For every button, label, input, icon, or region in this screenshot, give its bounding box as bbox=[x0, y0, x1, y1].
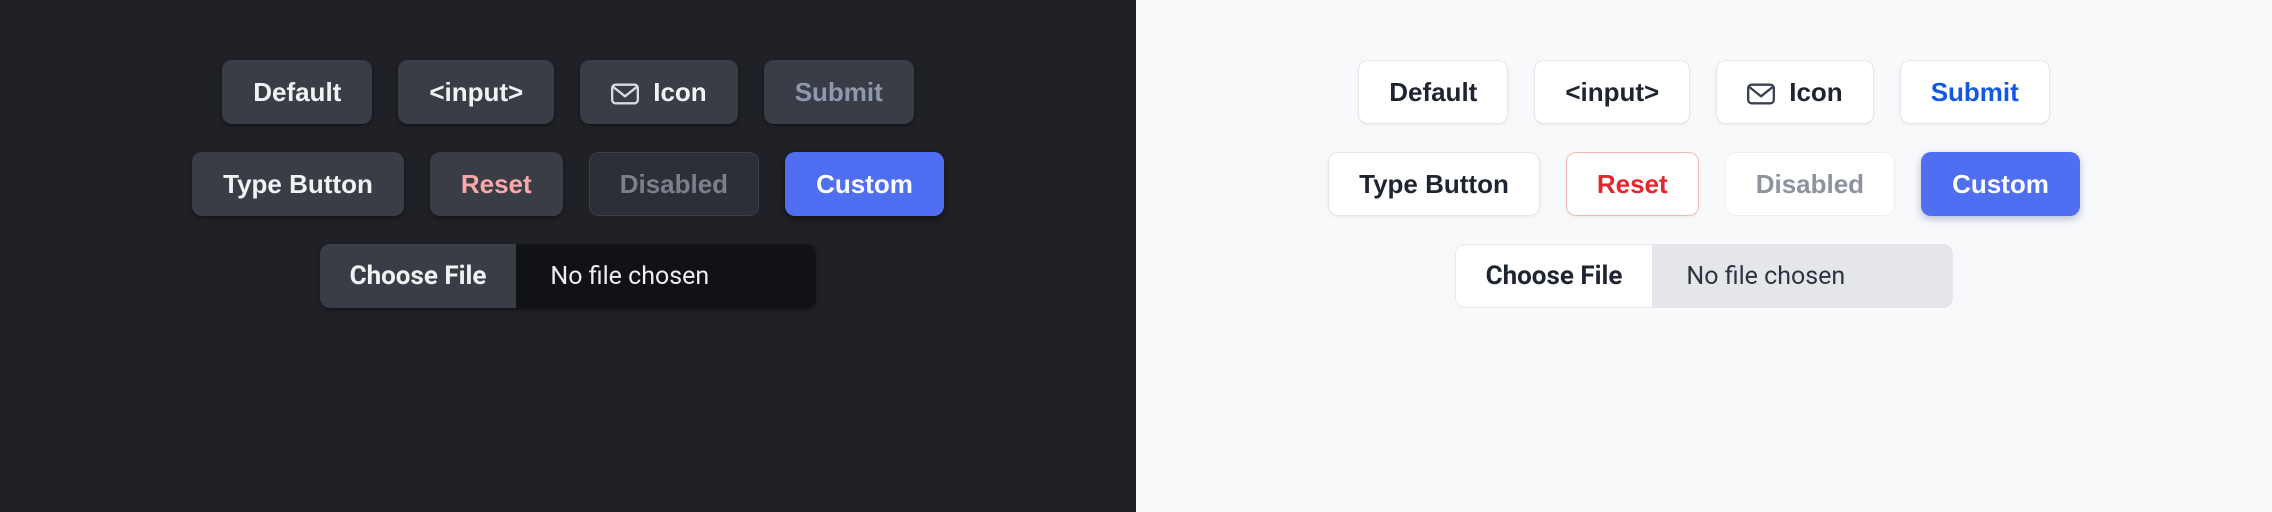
reset-button[interactable]: Reset bbox=[430, 152, 563, 216]
input-button[interactable]: <input> bbox=[398, 60, 554, 124]
mail-icon bbox=[1747, 81, 1775, 103]
submit-button[interactable]: Submit bbox=[764, 60, 914, 124]
disabled-button: Disabled bbox=[1725, 152, 1895, 216]
file-status-label: No file chosen bbox=[1652, 245, 1952, 307]
icon-button-label: Icon bbox=[653, 77, 706, 108]
file-input[interactable]: Choose File No file chosen bbox=[1455, 244, 1954, 308]
file-input[interactable]: Choose File No file chosen bbox=[320, 244, 817, 308]
button-row-2: Type Button Reset Disabled Custom bbox=[192, 152, 944, 216]
submit-button[interactable]: Submit bbox=[1900, 60, 2050, 124]
icon-button[interactable]: Icon bbox=[1716, 60, 1873, 124]
default-button[interactable]: Default bbox=[222, 60, 372, 124]
custom-button[interactable]: Custom bbox=[1921, 152, 2080, 216]
button-row-2: Type Button Reset Disabled Custom bbox=[1328, 152, 2080, 216]
default-button[interactable]: Default bbox=[1358, 60, 1508, 124]
disabled-button: Disabled bbox=[589, 152, 759, 216]
dark-panel: Default <input> Icon Submit Type Button … bbox=[0, 0, 1136, 512]
reset-button[interactable]: Reset bbox=[1566, 152, 1699, 216]
light-panel: Default <input> Icon Submit Type Button … bbox=[1136, 0, 2272, 512]
custom-button[interactable]: Custom bbox=[785, 152, 944, 216]
choose-file-button[interactable]: Choose File bbox=[1456, 245, 1653, 307]
icon-button[interactable]: Icon bbox=[580, 60, 737, 124]
input-button[interactable]: <input> bbox=[1534, 60, 1690, 124]
type-button[interactable]: Type Button bbox=[1328, 152, 1540, 216]
file-row: Choose File No file chosen bbox=[320, 244, 817, 308]
button-row-1: Default <input> Icon Submit bbox=[222, 60, 914, 124]
file-status-label: No file chosen bbox=[516, 244, 816, 308]
choose-file-button[interactable]: Choose File bbox=[320, 244, 517, 308]
icon-button-label: Icon bbox=[1789, 77, 1842, 108]
mail-icon bbox=[611, 81, 639, 103]
type-button[interactable]: Type Button bbox=[192, 152, 404, 216]
file-row: Choose File No file chosen bbox=[1455, 244, 1954, 308]
button-row-1: Default <input> Icon Submit bbox=[1358, 60, 2050, 124]
